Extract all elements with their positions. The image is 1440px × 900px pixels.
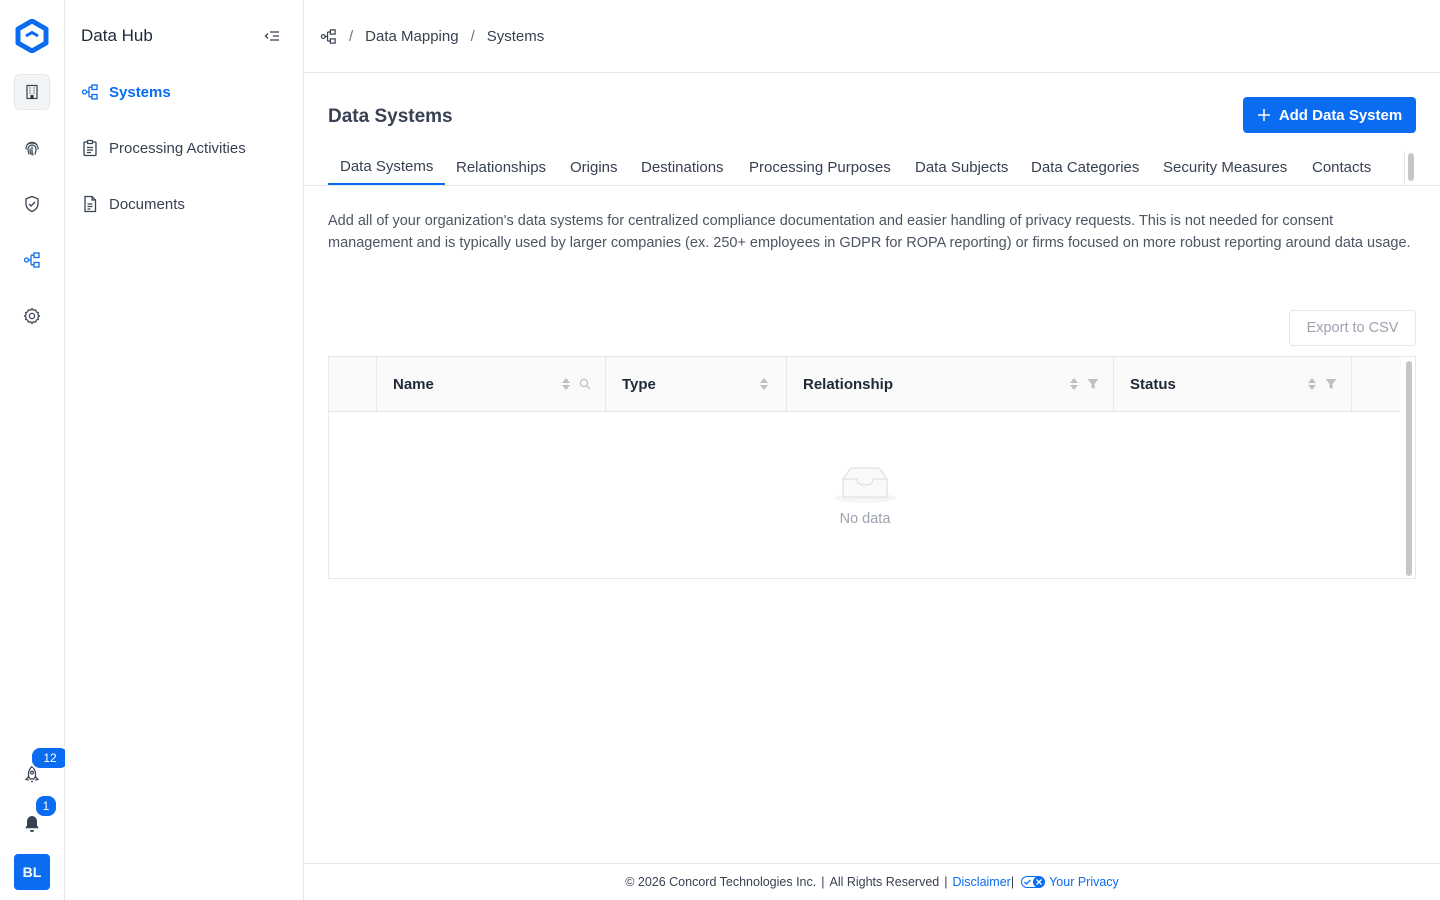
your-privacy-link[interactable]: Your Privacy (1049, 875, 1119, 889)
avatar[interactable]: BL (14, 854, 50, 890)
footer-separator: | (1010, 875, 1015, 889)
column-header-name[interactable]: Name (377, 357, 606, 412)
breadcrumb-separator: / (470, 27, 475, 45)
column-header-type[interactable]: Type (606, 357, 787, 412)
sidebar-item-documents[interactable]: Documents (81, 188, 291, 220)
sidebar-item-label: Documents (109, 195, 185, 213)
search-icon[interactable] (579, 378, 591, 390)
tab-contacts[interactable]: Contacts (1300, 149, 1383, 185)
sidebar-item-processing-activities[interactable]: Processing Activities (81, 132, 291, 164)
tab-processing-purposes[interactable]: Processing Purposes (737, 149, 903, 185)
shield-check-icon[interactable] (14, 186, 50, 222)
sidebar: Data Hub Systems Processing Activities D… (65, 0, 304, 900)
bell-badge: 1 (34, 794, 58, 818)
selection-column-header (329, 357, 377, 412)
tabs-scrollbar[interactable] (1404, 151, 1416, 185)
sort-icon[interactable] (1307, 376, 1317, 392)
page-description: Add all of your organization's data syst… (328, 213, 1411, 251)
column-label: Status (1130, 376, 1176, 393)
column-header-status[interactable]: Status (1114, 357, 1352, 412)
sidebar-item-label: Systems (109, 83, 171, 101)
scrollbar-thumb[interactable] (1406, 361, 1412, 576)
breadcrumb-item: Systems (486, 27, 545, 45)
sort-icon[interactable] (561, 376, 571, 392)
rocket-badge: 12 (30, 746, 70, 770)
empty-text: No data (839, 511, 891, 527)
sidebar-item-systems[interactable]: Systems (81, 76, 291, 108)
icon-rail: 12 1 BL (0, 0, 70, 900)
data-map-icon (320, 28, 337, 45)
column-header-relationship[interactable]: Relationship (787, 357, 1114, 412)
main-content: Data Systems Add Data System Data System… (304, 73, 1440, 863)
tab-security-measures[interactable]: Security Measures (1151, 149, 1299, 185)
plus-icon (1257, 108, 1271, 122)
table-scrollbar[interactable] (1403, 357, 1415, 578)
breadcrumb-separator: / (349, 27, 354, 45)
add-data-system-button[interactable]: Add Data System (1243, 97, 1416, 133)
add-button-label: Add Data System (1278, 106, 1403, 124)
tab-data-subjects[interactable]: Data Subjects (903, 149, 1020, 185)
document-icon (84, 195, 97, 213)
filter-icon[interactable] (1325, 378, 1337, 390)
app-root: 12 1 BL Data Hub Systems Processing Acti… (0, 0, 1440, 900)
sidebar-title: Data Hub (81, 26, 153, 45)
rights-text: All Rights Reserved (829, 875, 940, 889)
table-header: Name Type Relationship Status (329, 357, 1401, 412)
gear-icon[interactable] (14, 298, 50, 334)
footer-separator: | (821, 875, 825, 889)
tab-data-systems[interactable]: Data Systems (328, 149, 446, 185)
tab-data-categories[interactable]: Data Categories (1019, 149, 1151, 185)
data-systems-table: Name Type Relationship Status No data (328, 356, 1416, 579)
footer: © 2026 Concord Technologies Inc. | All R… (304, 863, 1440, 900)
tab-destinations[interactable]: Destinations (629, 149, 736, 185)
sidebar-item-label: Processing Activities (109, 139, 246, 157)
breadcrumb: / Data Mapping / Systems (304, 0, 1440, 73)
fingerprint-icon[interactable] (14, 130, 50, 166)
tab-relationships[interactable]: Relationships (444, 149, 558, 185)
empty-state: No data (329, 412, 1401, 578)
page-title: Data Systems (328, 106, 453, 127)
sort-icon[interactable] (1069, 376, 1079, 392)
breadcrumb-item[interactable]: Data Mapping (365, 28, 458, 45)
data-map-icon[interactable] (14, 242, 50, 278)
empty-inbox-icon (834, 467, 896, 503)
filter-icon[interactable] (1087, 378, 1099, 390)
privacy-options-icon (1021, 876, 1046, 888)
column-label: Name (393, 376, 434, 393)
data-map-icon (81, 84, 98, 100)
disclaimer-link[interactable]: Disclaimer (953, 875, 1011, 889)
sort-icon[interactable] (759, 376, 769, 392)
footer-separator: | (944, 875, 948, 889)
tab-bar: Data Systems Relationships Origins Desti… (304, 149, 1440, 186)
scrollbar-thumb[interactable] (1408, 153, 1414, 181)
building-icon[interactable] (14, 74, 50, 110)
clipboard-icon (83, 139, 97, 157)
export-csv-button[interactable]: Export to CSV (1289, 310, 1416, 346)
tab-origins[interactable]: Origins (558, 149, 630, 185)
column-label: Type (622, 376, 656, 393)
copyright: © 2026 Concord Technologies Inc. (625, 875, 817, 889)
column-label: Relationship (803, 376, 894, 393)
concord-logo-icon[interactable] (14, 18, 50, 54)
collapse-sidebar-icon[interactable] (264, 28, 280, 44)
